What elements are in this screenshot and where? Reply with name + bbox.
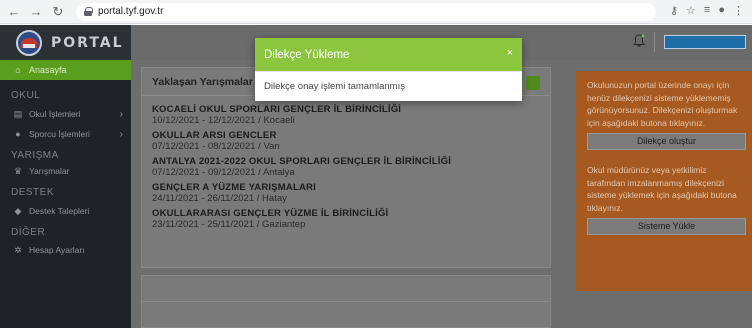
competition-meta: 10/12/2021 - 12/12/2021 / Kocaeli [152, 115, 295, 126]
competition-name: ANTALYA 2021-2022 OKUL SPORLARI GENÇLER … [152, 156, 452, 167]
chevron-right-icon: › [119, 128, 123, 140]
bell-icon[interactable] [633, 34, 645, 48]
competition-item[interactable]: OKULLARARASI GENÇLER YÜZME İL BİRİNCİLİĞ… [142, 208, 550, 230]
sidebar-item-yarismalar[interactable]: ♛ Yarışmalar [0, 161, 131, 181]
competition-name: KOCAELİ OKUL SPORLARI GENÇLER İL BİRİNCİ… [152, 104, 402, 115]
tag-icon: ◆ [14, 205, 22, 216]
reload-icon[interactable]: ↻ [50, 4, 66, 20]
gear-icon: ✲ [14, 244, 22, 255]
petition-info-box: Okulunuzun portal üzerinde onayı için he… [576, 71, 752, 291]
star-icon[interactable]: ☆ [686, 4, 696, 17]
sidebar-item-destek-talepleri[interactable]: ◆ Destek Talepleri [0, 201, 131, 221]
competition-meta: 24/11/2021 - 26/11/2021 / Hatay [152, 193, 287, 204]
back-icon[interactable]: ← [6, 4, 22, 20]
sidebar-item-label: Sporcu İşlemleri [29, 129, 90, 139]
trophy-icon: ♛ [13, 165, 23, 176]
key-icon[interactable]: ⚷ [670, 4, 678, 17]
secondary-panel [141, 275, 551, 328]
brand-name: PORTAL [51, 34, 124, 51]
competition-name: GENÇLER A YÜZME YARIŞMALARI [152, 182, 316, 193]
competition-item[interactable]: KOCAELİ OKUL SPORLARI GENÇLER İL BİRİNCİ… [142, 104, 550, 126]
petition-create-text: Okulunuzun portal üzerinde onayı için he… [587, 80, 738, 128]
header-divider [654, 32, 655, 52]
sidebar-item-label: Anasayfa [29, 65, 67, 75]
divider [142, 301, 550, 302]
browser-toolbar: ← → ↻ portal.tyf.gov.tr ⚷ ☆ ≡ ● ⋮ [0, 0, 752, 24]
competition-meta: 07/12/2021 - 09/12/2021 / Antalya [152, 167, 295, 178]
lock-icon [84, 7, 93, 16]
competition-meta: 07/12/2021 - 08/12/2021 / Van [152, 141, 280, 152]
sidebar-item-label: Okul İşlemleri [29, 109, 81, 119]
browser-actions: ⚷ ☆ ≡ ● ⋮ [670, 4, 744, 17]
panel-action-button[interactable] [526, 76, 540, 90]
sidebar-item-label: Hesap Ayarları [29, 245, 85, 255]
sidebar-item-hesap-ayarlari[interactable]: ✲ Hesap Ayarları [0, 240, 131, 260]
competition-item[interactable]: OKULLAR ARSI GENCLER 07/12/2021 - 08/12/… [142, 130, 550, 152]
forward-icon[interactable]: → [28, 4, 44, 20]
sidebar: PORTAL ⌂ Anasayfa OKUL ▤ Okul İşlemleri … [0, 25, 131, 328]
modal-header: Dilekçe Yükleme × [255, 38, 522, 71]
create-petition-button[interactable]: Dilekçe oluştur [587, 133, 746, 150]
sidebar-item-home[interactable]: ⌂ Anasayfa [0, 60, 131, 80]
competition-name: OKULLARARASI GENÇLER YÜZME İL BİRİNCİLİĞ… [152, 208, 389, 219]
user-icon: ● [15, 129, 21, 139]
address-bar[interactable]: portal.tyf.gov.tr [76, 2, 656, 21]
section-yarisma: YARIŞMA [11, 150, 59, 161]
section-destek: DESTEK [11, 187, 55, 198]
petition-upload-modal: Dilekçe Yükleme × Dilekçe onay işlemi ta… [255, 38, 522, 101]
competition-item[interactable]: GENÇLER A YÜZME YARIŞMALARI 24/11/2021 -… [142, 182, 550, 204]
sidebar-item-label: Destek Talepleri [29, 206, 90, 216]
modal-title: Dilekçe Yükleme [264, 48, 350, 61]
modal-message: Dilekçe onay işlemi tamamlanmış [255, 71, 522, 101]
home-icon: ⌂ [15, 65, 21, 75]
upload-petition-button[interactable]: Sisteme Yükle [587, 218, 746, 235]
url-text: portal.tyf.gov.tr [98, 6, 164, 17]
section-diger: DİĞER [11, 227, 46, 238]
menu-icon[interactable]: ⋮ [733, 4, 744, 17]
sidebar-item-label: Yarışmalar [29, 166, 70, 176]
user-menu[interactable] [664, 35, 746, 49]
competition-name: OKULLAR ARSI GENCLER [152, 130, 277, 141]
sidebar-item-okul-islemleri[interactable]: ▤ Okul İşlemleri › [0, 104, 131, 124]
profile-icon[interactable]: ● [718, 4, 725, 17]
competition-item[interactable]: ANTALYA 2021-2022 OKUL SPORLARI GENÇLER … [142, 156, 550, 178]
section-okul: OKUL [11, 90, 41, 101]
logo[interactable]: PORTAL [0, 25, 131, 60]
document-icon: ▤ [13, 108, 23, 119]
chevron-right-icon: › [119, 108, 123, 120]
competition-meta: 23/11/2021 - 25/11/2021 / Gaziantep [152, 219, 306, 230]
logo-emblem-icon [16, 29, 42, 56]
close-icon[interactable]: × [507, 47, 513, 59]
sidebar-item-sporcu-islemleri[interactable]: ● Sporcu İşlemleri › [0, 124, 131, 144]
reading-list-icon[interactable]: ≡ [704, 4, 710, 17]
petition-upload-text: Okul müdürünüz veya yetkilimiz tarafında… [587, 165, 737, 213]
